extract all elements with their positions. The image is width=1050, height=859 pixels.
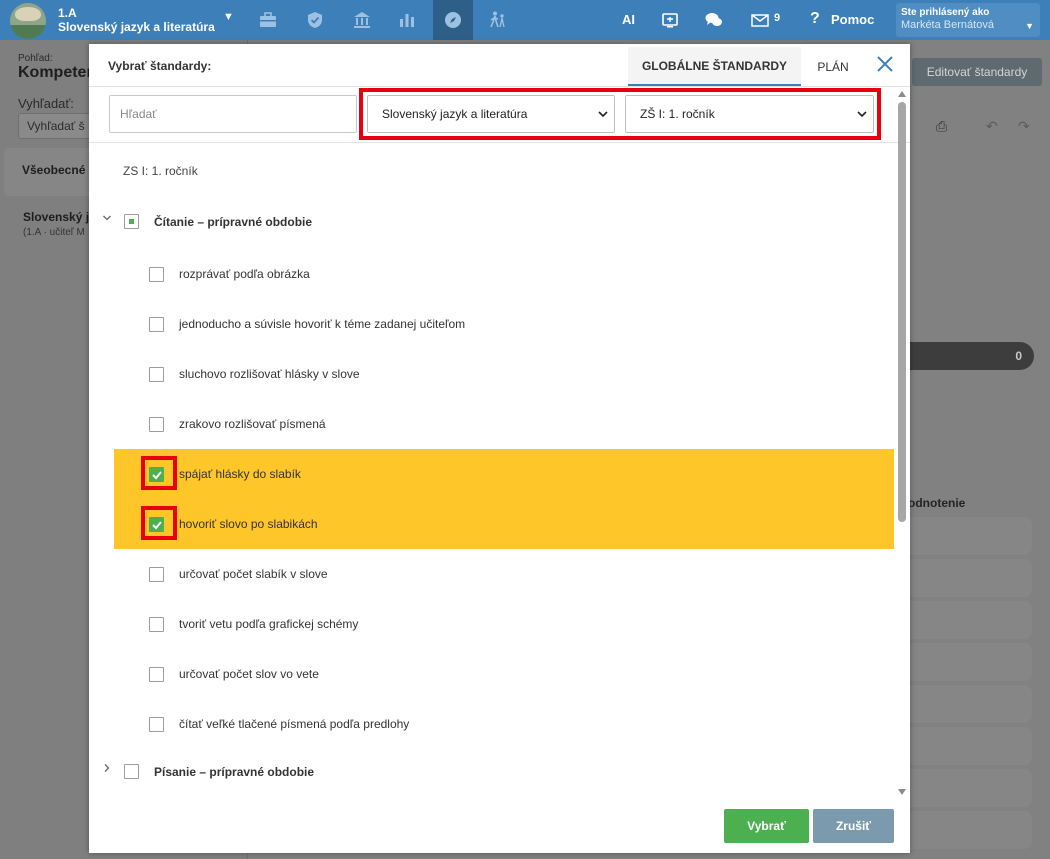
general-card[interactable]: Všeobecné	[4, 148, 100, 196]
grade-heading: ZS I: 1. ročník	[123, 164, 198, 178]
mail-count: 9	[774, 12, 781, 24]
item-label: spájať hlásky do slabík	[179, 467, 301, 481]
redo-icon[interactable]: ↷	[1018, 118, 1030, 135]
item-label: zrakovo rozlišovať písmená	[179, 417, 326, 431]
item-label: hovoriť slovo po slabikách	[179, 517, 318, 531]
search-caption: Vyhľadať:	[18, 96, 74, 111]
standard-item[interactable]: určovať počet slov vo vete	[114, 649, 894, 699]
group-label: Písanie – prípravné obdobie	[154, 765, 315, 779]
item-checkbox[interactable]	[149, 667, 164, 682]
background-row	[908, 601, 1032, 639]
class-avatar[interactable]	[10, 3, 46, 39]
item-checkbox[interactable]	[149, 317, 164, 332]
compass-icon[interactable]	[433, 0, 473, 40]
select-button[interactable]: Vybrať	[724, 809, 809, 843]
annotation-highlight-selects	[359, 88, 881, 140]
shield-check-icon[interactable]	[295, 0, 335, 40]
group-checkbox[interactable]	[124, 764, 139, 779]
scrollbar-thumb[interactable]	[898, 102, 906, 522]
annotation-highlight-checkbox	[141, 506, 177, 540]
counter-badge: 0	[908, 342, 1034, 370]
item-label: rozprávať podľa obrázka	[179, 267, 310, 281]
institution-icon[interactable]	[342, 0, 382, 40]
scroll-down-arrow-icon[interactable]	[897, 788, 907, 796]
standard-item[interactable]: tvoriť vetu podľa grafickej schémy	[114, 599, 894, 649]
annotation-highlight-checkbox	[141, 456, 177, 490]
scrollbar[interactable]	[895, 88, 909, 802]
view-title: Kompeten	[18, 64, 97, 81]
class-subject: Slovenský jazyk a literatúra	[58, 20, 215, 34]
cancel-button[interactable]: Zrušiť	[813, 809, 894, 843]
background-row	[908, 727, 1032, 765]
edit-standards-button[interactable]: Editovať štandardy	[912, 58, 1042, 86]
help-link[interactable]: Pomoc	[831, 12, 874, 27]
user-name: Markéta Bernátová	[901, 19, 994, 31]
group-row[interactable]: Písanie – prípravné obdobie	[89, 745, 889, 795]
item-label: čítať veľké tlačené písmená podľa predlo…	[179, 717, 410, 731]
column-header: odnotenie	[908, 496, 966, 510]
item-checkbox[interactable]	[149, 367, 164, 382]
group-label: Čítanie – prípravné obdobie	[154, 215, 313, 229]
standard-item[interactable]: jednoducho a súvisle hovoriť k téme zada…	[114, 299, 894, 349]
search-input[interactable]: Hľadať	[109, 95, 357, 133]
cast-screen-icon[interactable]	[650, 0, 690, 40]
chevron-right-icon[interactable]	[102, 763, 112, 773]
item-checkbox[interactable]	[149, 417, 164, 432]
question-icon[interactable]: ?	[810, 10, 820, 28]
ai-button[interactable]: AI	[622, 12, 635, 27]
item-label: sluchovo rozlišovať hlásky v slove	[179, 367, 360, 381]
view-caption: Pohľad:	[18, 53, 53, 64]
item-label: tvoriť vetu podľa grafickej schémy	[179, 617, 359, 631]
standard-item[interactable]: určovať počet slabík v slove	[114, 549, 894, 599]
dialog-title: Vybrať štandardy:	[108, 59, 212, 73]
item-checkbox[interactable]	[149, 717, 164, 732]
top-bar: 1.A Slovenský jazyk a literatúra ▼ AI 9 …	[0, 0, 1050, 40]
list-divider	[89, 142, 910, 143]
class-selector[interactable]: 1.A Slovenský jazyk a literatúra	[58, 6, 215, 34]
item-checkbox[interactable]	[149, 567, 164, 582]
chevron-down-icon: ▼	[1025, 21, 1034, 31]
item-label: jednoducho a súvisle hovoriť k téme zada…	[179, 317, 466, 331]
standard-item-selected[interactable]: spájať hlásky do slabík	[114, 449, 894, 499]
briefcase-icon[interactable]	[248, 0, 288, 40]
background-search-input[interactable]: Vyhľadať š	[18, 113, 98, 139]
user-menu[interactable]: Ste prihlásený ako Markéta Bernátová ▼	[896, 3, 1040, 37]
group-row[interactable]: Čítanie – prípravné obdobie	[89, 195, 889, 245]
caret-down-icon[interactable]: ▼	[223, 11, 234, 23]
standard-item-selected[interactable]: hovoriť slovo po slabikách	[114, 499, 894, 549]
background-row	[908, 685, 1032, 723]
item-label: určovať počet slabík v slove	[179, 567, 328, 581]
tab-global-standards[interactable]: GLOBÁLNE ŠTANDARDY	[628, 47, 801, 86]
bar-chart-icon[interactable]	[387, 0, 427, 40]
close-icon[interactable]	[875, 54, 895, 74]
group-checkbox[interactable]	[124, 214, 139, 229]
walking-kids-icon[interactable]	[478, 0, 518, 40]
background-row	[908, 559, 1032, 597]
item-checkbox[interactable]	[149, 267, 164, 282]
standard-item[interactable]: zrakovo rozlišovať písmená	[114, 399, 894, 449]
standard-item[interactable]: rozprávať podľa obrázka	[114, 249, 894, 299]
print-icon[interactable]: ⎙	[936, 118, 947, 135]
chevron-down-icon[interactable]	[102, 213, 112, 223]
undo-icon[interactable]: ↶	[986, 118, 998, 135]
standard-item[interactable]: sluchovo rozlišovať hlásky v slove	[114, 349, 894, 399]
background-row	[908, 769, 1032, 807]
user-caption: Ste prihlásený ako	[901, 7, 990, 18]
item-label: určovať počet slov vo vete	[179, 667, 319, 681]
chat-bubbles-icon[interactable]	[694, 0, 734, 40]
select-standards-dialog: Vybrať štandardy: GLOBÁLNE ŠTANDARDY PLÁ…	[89, 44, 910, 853]
subject-label[interactable]: Slovenský ja	[23, 210, 96, 224]
header-divider	[89, 86, 910, 87]
subject-sub: (1.A · učiteľ M	[23, 227, 85, 238]
background-row	[908, 643, 1032, 681]
standard-item[interactable]: čítať veľké tlačené písmená podľa predlo…	[114, 699, 894, 749]
item-checkbox[interactable]	[149, 617, 164, 632]
class-name: 1.A	[58, 6, 77, 20]
tab-plan[interactable]: PLÁN	[805, 47, 861, 86]
scroll-up-arrow-icon[interactable]	[897, 90, 907, 98]
background-row	[908, 811, 1032, 849]
background-row	[908, 517, 1032, 555]
